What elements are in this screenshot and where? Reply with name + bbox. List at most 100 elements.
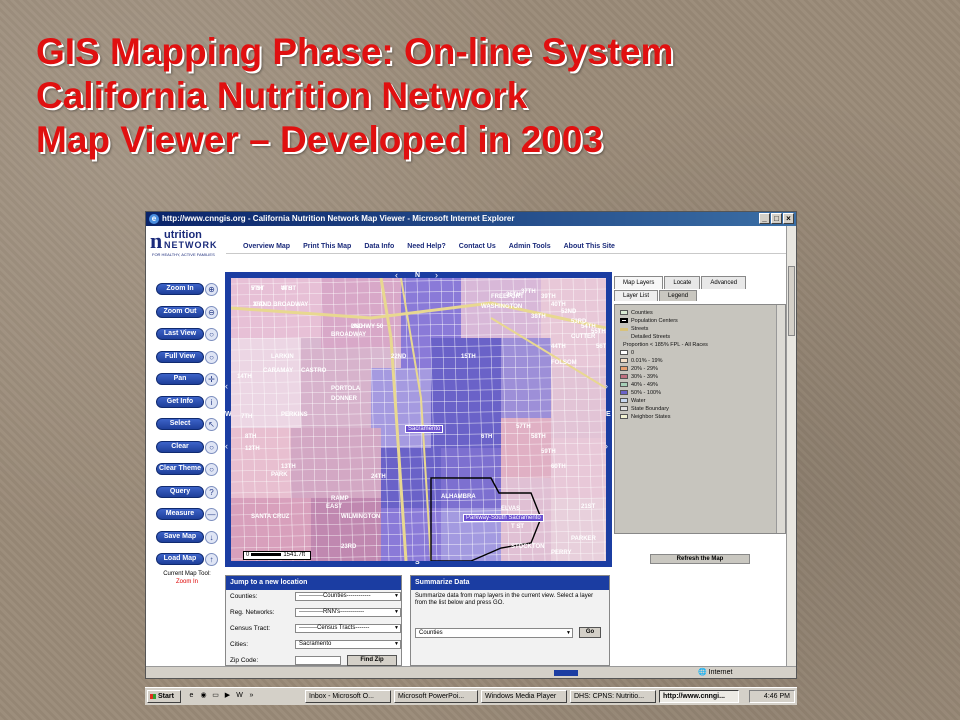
- tool-zoom-out[interactable]: Zoom Out ⊖: [156, 304, 218, 321]
- clear-button[interactable]: Clear: [156, 440, 204, 453]
- tab-map-layers[interactable]: Map Layers: [614, 276, 664, 289]
- pan-west-arrow-icon[interactable]: ‹: [225, 382, 228, 391]
- summarize-go-button[interactable]: Go: [579, 627, 601, 638]
- summarize-layer-select[interactable]: Counties: [415, 628, 573, 638]
- nav-need-help[interactable]: Need Help?: [407, 243, 446, 250]
- networks-label: Reg. Networks:: [230, 609, 275, 616]
- load-map-icon[interactable]: ↑: [205, 553, 218, 566]
- map-label-sacramento[interactable]: Sacramento: [405, 425, 444, 433]
- refresh-map-button[interactable]: Refresh the Map: [650, 554, 750, 564]
- nav-data-info[interactable]: Data Info: [364, 243, 394, 250]
- tool-zoom-in[interactable]: Zoom In ⊕: [156, 281, 218, 298]
- info-icon[interactable]: i: [205, 395, 218, 409]
- zoom-out-button[interactable]: Zoom Out: [156, 305, 204, 318]
- legend-swatch: [620, 318, 628, 323]
- tab-advanced[interactable]: Advanced: [701, 276, 747, 289]
- nav-contact-us[interactable]: Contact Us: [459, 243, 496, 250]
- vertical-scroll-thumb[interactable]: [788, 266, 795, 336]
- tool-query[interactable]: Query?: [156, 484, 218, 501]
- subtab-layer-list[interactable]: Layer List: [614, 290, 659, 301]
- query-icon[interactable]: ?: [205, 485, 218, 499]
- tab-locate[interactable]: Locate: [664, 276, 701, 289]
- last-view-button[interactable]: Last View: [156, 328, 204, 340]
- tool-clear[interactable]: Clear ○: [156, 439, 218, 456]
- nav-about-this-site[interactable]: About This Site: [564, 243, 615, 250]
- current-tool-value: Zoom In: [175, 579, 198, 585]
- zip-code-input[interactable]: [295, 656, 341, 665]
- street-label: 4TH: [281, 286, 292, 292]
- networks-select[interactable]: ------------RNN's------------: [295, 608, 401, 617]
- outlook-quicklaunch-icon[interactable]: ◉: [199, 691, 208, 700]
- taskbar-task[interactable]: Inbox - Microsoft O...: [305, 690, 391, 703]
- save-map-button[interactable]: Save Map: [156, 530, 204, 543]
- last-view-icon[interactable]: ○: [205, 328, 218, 341]
- pan-button[interactable]: Pan: [156, 373, 204, 385]
- clear-theme-button[interactable]: Clear Theme: [156, 463, 204, 475]
- more-quicklaunch-icon[interactable]: »: [247, 691, 256, 700]
- tool-clear-theme[interactable]: Clear Theme ○: [156, 461, 218, 478]
- nutrition-network-logo[interactable]: n utrition NETWORK FOR HEALTHY, ACTIVE F…: [150, 228, 220, 257]
- desktop-quicklaunch-icon[interactable]: ▭: [211, 691, 220, 700]
- zoom-out-icon[interactable]: ⊖: [205, 305, 218, 319]
- counties-select[interactable]: ------------Counties------------: [295, 592, 401, 601]
- vertical-scrollbar[interactable]: [786, 226, 796, 666]
- taskbar-task[interactable]: Windows Media Player: [481, 690, 567, 703]
- clear-icon[interactable]: ○: [205, 440, 218, 454]
- taskbar-task[interactable]: http://www.cnngi...: [659, 690, 739, 703]
- taskbar-task[interactable]: Microsoft PowerPoi...: [394, 690, 478, 703]
- full-view-icon[interactable]: ○: [205, 350, 218, 364]
- close-icon[interactable]: ×: [783, 213, 794, 224]
- tool-full-view[interactable]: Full View ○: [156, 349, 218, 366]
- pan-icon[interactable]: ✛: [205, 373, 218, 386]
- media-quicklaunch-icon[interactable]: ▶: [223, 691, 232, 700]
- taskbar-task[interactable]: DHS: CPNS: Nutritio...: [570, 690, 656, 703]
- nav-overview-map[interactable]: Overview Map: [243, 243, 290, 250]
- nav-admin-tools[interactable]: Admin Tools: [509, 243, 551, 250]
- full-view-button[interactable]: Full View: [156, 350, 204, 363]
- find-zip-button[interactable]: Find Zip: [347, 655, 397, 666]
- legend-list: Counties Population Centers Streets Detaile…: [614, 304, 786, 534]
- street-label: 56TH: [596, 344, 606, 350]
- counties-label: Counties:: [230, 593, 258, 600]
- measure-button[interactable]: Measure: [156, 508, 204, 520]
- subtab-legend[interactable]: Legend: [659, 290, 698, 301]
- get-info-button[interactable]: Get Info: [156, 395, 204, 408]
- legend-label: Population Centers: [631, 318, 678, 324]
- tool-pan[interactable]: Pan ✛: [156, 371, 218, 388]
- zoom-in-button[interactable]: Zoom In: [156, 283, 204, 295]
- select-button[interactable]: Select: [156, 418, 204, 430]
- tool-measure[interactable]: Measure —: [156, 506, 218, 523]
- tract-label: Census Tract:: [230, 625, 271, 632]
- start-button[interactable]: Start: [147, 690, 181, 703]
- save-map-icon[interactable]: ↓: [205, 530, 218, 544]
- ie-quicklaunch-icon[interactable]: e: [187, 691, 196, 700]
- measure-icon[interactable]: —: [205, 508, 218, 521]
- query-button[interactable]: Query: [156, 485, 204, 498]
- tool-select[interactable]: Select ↖: [156, 416, 218, 433]
- jump-row-cities: Cities: Sacramento: [226, 638, 401, 654]
- load-map-button[interactable]: Load Map: [156, 553, 204, 565]
- tool-last-view[interactable]: Last View ○: [156, 326, 218, 343]
- maximize-icon[interactable]: □: [771, 213, 782, 224]
- legend-label: 30% - 39%: [631, 374, 658, 380]
- tract-select[interactable]: ---------Census Tracts-------: [295, 624, 401, 633]
- map-canvas[interactable]: V ST W ST X AND BROADWAY US HWY 50 BROADWAY 1…: [231, 278, 606, 561]
- select-arrow-icon[interactable]: ↖: [205, 418, 218, 431]
- tool-load-map[interactable]: Load Map ↑: [156, 551, 218, 568]
- legend-scrollbar[interactable]: [776, 305, 785, 533]
- tool-get-info[interactable]: Get Info i: [156, 394, 218, 411]
- tool-save-map[interactable]: Save Map ↓: [156, 529, 218, 546]
- map-label-parkway[interactable]: Parkway-South Sacramento: [463, 514, 544, 522]
- word-quicklaunch-icon[interactable]: W: [235, 691, 244, 700]
- pan-west-arrow-icon-2[interactable]: ‹: [225, 442, 228, 451]
- legend-item: 40% - 49%: [615, 381, 785, 389]
- map-image[interactable]: V ST W STX AND BROADWAYUS HWY 50BROADWAY1…: [231, 278, 606, 561]
- street-label: PERKINS: [281, 412, 308, 418]
- cities-select[interactable]: Sacramento: [295, 640, 401, 649]
- zoom-in-icon[interactable]: ⊕: [205, 283, 218, 296]
- clear-theme-icon[interactable]: ○: [205, 463, 218, 476]
- nav-print-this-map[interactable]: Print This Map: [303, 243, 351, 250]
- legend-swatch: [620, 366, 628, 371]
- street-label: 2ND: [351, 324, 364, 330]
- minimize-icon[interactable]: _: [759, 213, 770, 224]
